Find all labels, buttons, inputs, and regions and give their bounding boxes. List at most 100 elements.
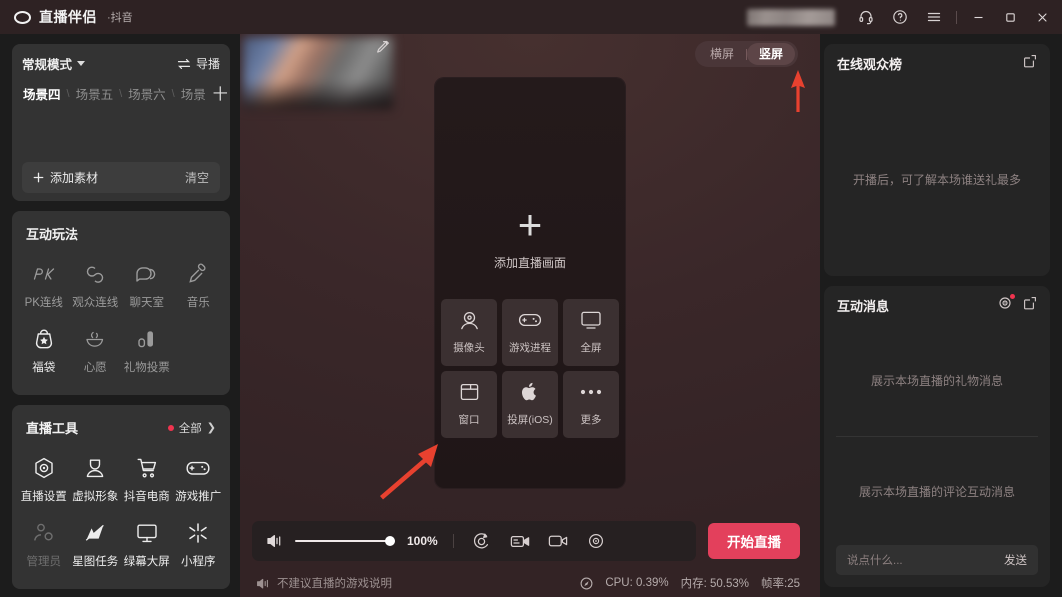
camera-toggle-icon[interactable] xyxy=(545,528,571,554)
director-button[interactable]: 导播 xyxy=(177,55,220,72)
chat-input-row[interactable]: 说点什么... 发送 xyxy=(836,545,1038,575)
mode-selector[interactable]: 常规模式 xyxy=(22,54,86,73)
tool-item-ecommerce[interactable]: 抖音电商 xyxy=(121,449,173,512)
notification-dot-icon xyxy=(167,424,174,431)
interactive-item-label: 聊天室 xyxy=(129,297,165,309)
beauty-icon[interactable] xyxy=(469,528,495,554)
scene-tab-3[interactable]: 场景六 xyxy=(127,84,167,103)
minimize-button[interactable] xyxy=(962,0,994,34)
audience-empty-state: 开播后，可了解本场谁送礼最多 xyxy=(852,172,1021,187)
apple-icon xyxy=(520,381,540,403)
preview-canvas[interactable]: + 添加直播画面 摄像头 游戏进程 全屏 窗口 投屏(iOS) 更多 xyxy=(435,77,625,488)
settings-hex-icon xyxy=(32,455,56,481)
app-subtitle: ·抖音 xyxy=(107,12,133,24)
tool-item-label: 抖音电商 xyxy=(123,491,170,503)
maximize-button[interactable] xyxy=(994,0,1026,34)
tool-item-label: 管理员 xyxy=(26,556,62,568)
screen-share-icon[interactable] xyxy=(507,528,533,554)
tools-view-all-label: 全部 xyxy=(178,422,202,435)
chat-message-empty: 展示本场直播的评论互动消息 xyxy=(858,484,1015,499)
tool-item-avatar[interactable]: 虚拟形象 xyxy=(70,449,122,512)
tool-item-greenscreen[interactable]: 绿幕大屏 xyxy=(121,514,173,577)
stage-area: 横屏 竖屏 + 添加直播画面 摄像头 游戏进程 全屏 窗口 投屏(iOS) 更多… xyxy=(240,34,820,597)
interactive-panel: 互动玩法 PK连线 观众连线 聊天室 音乐 福袋 心愿 礼物投票 xyxy=(12,211,230,395)
interactive-icon-grid: PK连线 观众连线 聊天室 音乐 福袋 心愿 礼物投票 xyxy=(18,255,224,383)
volume-slider-knob[interactable] xyxy=(385,536,395,546)
speaker-icon[interactable] xyxy=(266,533,283,549)
tools-panel-header: 直播工具 全部 ❯ xyxy=(18,418,224,437)
scene-tab-divider: \ xyxy=(119,87,123,100)
source-thumbnail-blurred[interactable] xyxy=(243,37,393,109)
interactive-item-wish[interactable]: 心愿 xyxy=(70,320,122,383)
start-live-button[interactable]: 开始直播 xyxy=(708,523,800,559)
more-dots-icon xyxy=(579,381,603,403)
tool-item-admin[interactable]: 管理员 xyxy=(18,514,70,577)
tool-item-live-settings[interactable]: 直播设置 xyxy=(18,449,70,512)
audience-panel: 在线观众榜 开播后，可了解本场谁送礼最多 xyxy=(824,44,1050,276)
source-option-label: 摄像头 xyxy=(453,342,485,354)
network-status[interactable] xyxy=(580,577,593,590)
volume-slider[interactable] xyxy=(295,534,395,548)
mute-speaker-icon xyxy=(257,578,268,589)
interactive-item-music[interactable]: 音乐 xyxy=(173,255,225,318)
source-option-camera[interactable]: 摄像头 xyxy=(441,298,497,366)
microphone-icon xyxy=(187,261,209,287)
scene-tab-4[interactable]: 场景 xyxy=(180,84,207,103)
add-stream-label: 添加直播画面 xyxy=(493,255,566,270)
window-icon xyxy=(459,381,480,403)
notification-dot-icon xyxy=(1010,293,1015,299)
camera-icon xyxy=(459,309,480,331)
tool-item-label: 小程序 xyxy=(181,556,216,568)
source-option-game-process[interactable]: 游戏进程 xyxy=(502,298,558,366)
interactive-item-audience-link[interactable]: 观众连线 xyxy=(70,255,122,318)
message-panel: 互动消息 展示本场直播的礼物消息 展示本场直播的评论互动消息 说点什么... 发… xyxy=(824,286,1050,587)
interactive-item-label: 礼物投票 xyxy=(123,362,170,374)
popout-icon[interactable] xyxy=(1023,54,1037,73)
tools-view-all-button[interactable]: 全部 ❯ xyxy=(167,420,216,436)
interactive-panel-title: 互动玩法 xyxy=(26,227,79,242)
interactive-item-pk[interactable]: PK连线 xyxy=(18,255,70,318)
interactive-item-gift-vote[interactable]: 礼物投票 xyxy=(121,320,173,383)
scene-panel-header: 常规模式 导播 xyxy=(22,54,220,73)
add-scene-button[interactable]: 十 xyxy=(213,83,228,104)
send-button[interactable]: 发送 xyxy=(1004,552,1027,568)
edit-source-icon[interactable] xyxy=(374,39,389,59)
left-sidebar: 常规模式 导播 场景四 \ 场景五 \ 场景六 \ 场景 十 添加素材 清空 互… xyxy=(0,34,240,597)
add-stream-placeholder[interactable]: + 添加直播画面 xyxy=(493,200,566,271)
account-name-blurred[interactable] xyxy=(747,8,835,26)
close-button[interactable] xyxy=(1026,0,1058,34)
orientation-toggle[interactable]: 横屏 竖屏 xyxy=(694,41,798,67)
interactive-item-chatroom[interactable]: 聊天室 xyxy=(121,255,173,318)
tool-item-label: 游戏推广 xyxy=(175,491,222,503)
headset-icon[interactable] xyxy=(849,0,883,34)
help-icon[interactable] xyxy=(883,0,917,34)
audience-panel-title: 在线观众榜 xyxy=(837,56,903,72)
plus-icon: + xyxy=(517,200,543,248)
menu-icon[interactable] xyxy=(917,0,951,34)
stream-warning[interactable]: 不建议直播的游戏说明 xyxy=(256,575,392,591)
source-option-window[interactable]: 窗口 xyxy=(441,370,497,438)
tool-item-star-task[interactable]: 星图任务 xyxy=(70,514,122,577)
tool-item-miniapp[interactable]: 小程序 xyxy=(173,514,225,577)
source-option-fullscreen[interactable]: 全屏 xyxy=(563,298,619,366)
orientation-landscape-option[interactable]: 横屏 xyxy=(698,43,746,65)
audience-panel-tools xyxy=(1023,54,1037,73)
app-title: 直播伴侣 xyxy=(39,9,97,25)
popout-icon[interactable] xyxy=(1023,296,1037,315)
control-row: 100% 开始直播 xyxy=(240,513,820,569)
body: 常规模式 导播 场景四 \ 场景五 \ 场景六 \ 场景 十 添加素材 清空 互… xyxy=(0,34,1062,597)
source-option-ios-cast[interactable]: 投屏(iOS) xyxy=(502,370,558,438)
orientation-portrait-option[interactable]: 竖屏 xyxy=(746,43,795,65)
settings-gear-icon[interactable] xyxy=(583,528,609,554)
interactive-item-lucky-bag[interactable]: 福袋 xyxy=(18,320,70,383)
tool-item-label: 绿幕大屏 xyxy=(123,556,170,568)
gift-message-empty: 展示本场直播的礼物消息 xyxy=(870,373,1003,388)
tool-item-game-promotion[interactable]: 游戏推广 xyxy=(173,449,225,512)
scene-tab-1[interactable]: 场景四 xyxy=(22,84,62,103)
scene-tab-2[interactable]: 场景五 xyxy=(75,84,115,103)
add-material-button[interactable]: 添加素材 xyxy=(33,169,98,186)
source-option-more[interactable]: 更多 xyxy=(563,370,619,438)
avatar-icon xyxy=(83,455,107,481)
clear-button[interactable]: 清空 xyxy=(185,169,209,186)
cart-icon xyxy=(135,455,159,481)
